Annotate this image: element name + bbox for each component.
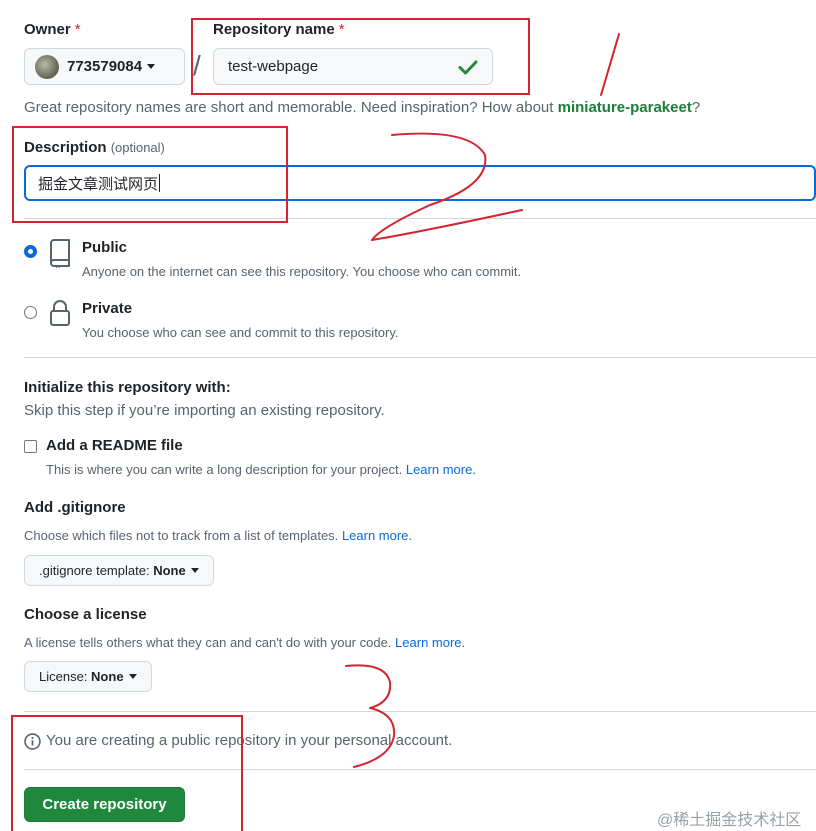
handwritten-annotations (345, 33, 620, 768)
annotation-number-3 (345, 664, 396, 768)
annotation-number-2 (371, 132, 523, 241)
annotation-number-1 (600, 33, 620, 96)
